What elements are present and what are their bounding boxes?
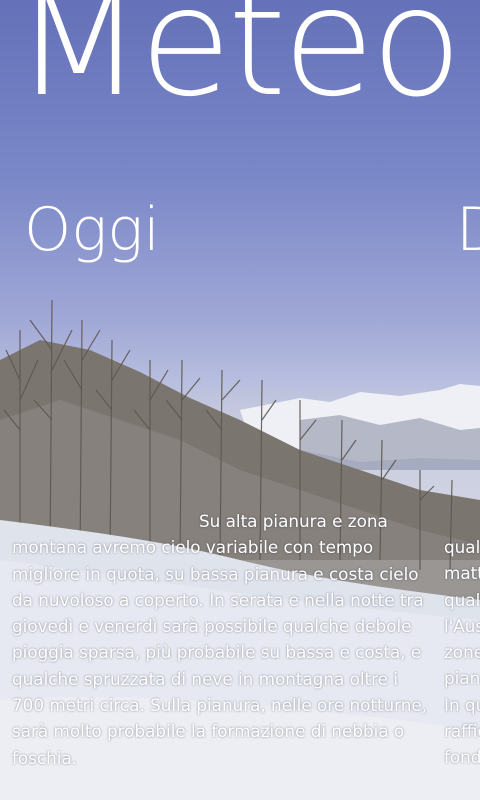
forecast-next-line: l'Aus (444, 615, 480, 636)
forecast-next-text: qual matt qual l'Aus zone pian In qu raf… (444, 534, 480, 771)
forecast-next-line: zone (444, 642, 480, 663)
forecast-next-line: matt (444, 563, 480, 584)
forecast-next-line: qual (444, 589, 480, 610)
forecast-today-text: Su alta pianura e zona montana avremo ci… (12, 508, 432, 771)
forecast-next-line: raffic (444, 721, 480, 742)
section-title-today[interactable]: Oggi (24, 200, 160, 260)
forecast-next-line: qual (444, 537, 480, 557)
forecast-next-line: fond (444, 747, 480, 768)
forecast-next-line: pian (444, 668, 480, 689)
section-title-next[interactable]: D (456, 200, 480, 260)
forecast-today-paragraph: Su alta pianura e zona montana avremo ci… (12, 511, 428, 768)
forecast-next-line: In qu (444, 694, 480, 715)
app-title: Meteo (14, 0, 463, 130)
